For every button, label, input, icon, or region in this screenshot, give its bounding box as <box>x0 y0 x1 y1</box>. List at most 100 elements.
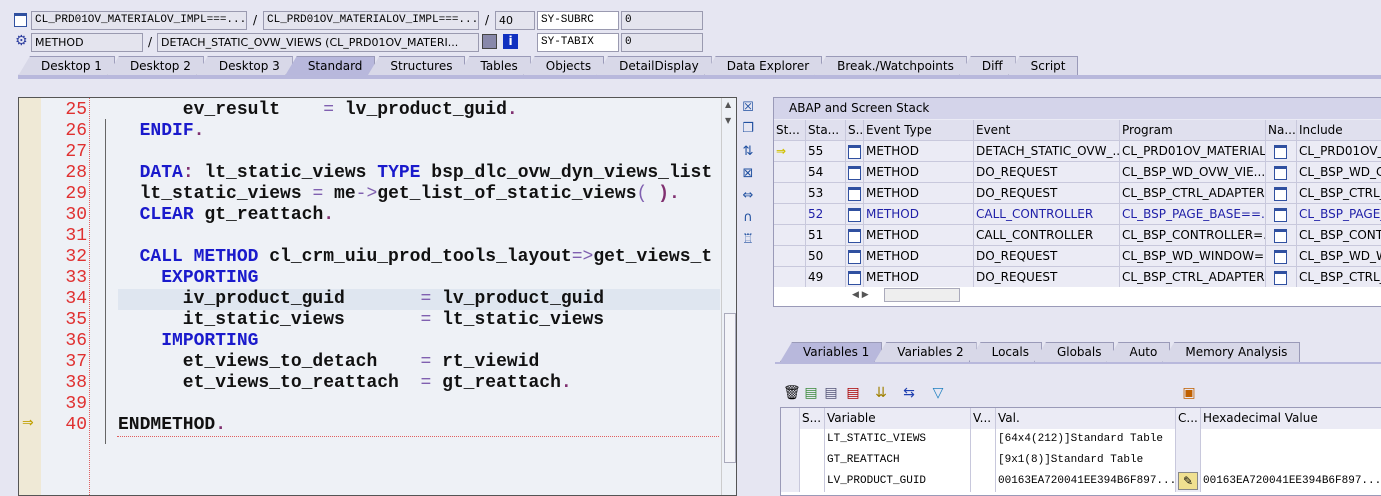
stack-row[interactable]: 53 METHOD DO_REQUEST CL_BSP_CTRL_ADAPTER...… <box>774 183 1381 204</box>
variable-row[interactable]: LT_STATIC_VIEWS [64x4(212)]Standard Table <box>781 429 1381 450</box>
tab-desktop-3[interactable]: Desktop 3 <box>195 56 293 76</box>
tab-diff[interactable]: Diff <box>958 56 1016 76</box>
variable-name[interactable]: GT_REATTACH <box>825 450 971 471</box>
code-line[interactable]: ENDIF. <box>118 121 205 142</box>
new-window-icon[interactable]: ❐ <box>740 121 756 137</box>
sy-tabix-label[interactable]: SY-TABIX <box>537 33 619 52</box>
event-type: METHOD <box>864 204 974 225</box>
sort-icon[interactable]: ⇊ <box>873 385 889 401</box>
remove-row-icon[interactable]: ▤ <box>845 385 861 401</box>
program: CL_BSP_CTRL_ADAPTER... <box>1120 267 1266 288</box>
save-icon[interactable]: ▣ <box>1181 385 1197 401</box>
line-field[interactable]: 40 <box>495 11 535 30</box>
event-type-field[interactable]: METHOD <box>31 33 143 52</box>
close-icon[interactable]: ☒ <box>740 100 756 116</box>
include-field[interactable]: CL_PRD01OV_MATERIALOV_IMPL===... <box>263 11 479 30</box>
edit-pencil-icon[interactable]: ✎ <box>1176 471 1201 492</box>
tools-icon[interactable]: ♖ <box>740 232 756 248</box>
insert-row-icon[interactable]: ▤ <box>803 385 819 401</box>
code-line[interactable]: IMPORTING <box>118 331 258 352</box>
tab-tables[interactable]: Tables <box>457 56 531 76</box>
maximize-icon[interactable]: ⊠ <box>740 166 756 182</box>
tab-structures[interactable]: Structures <box>367 56 466 76</box>
stack-header: St... Sta... S.. Event Type Event Program Na..… <box>774 120 1381 141</box>
variable-name[interactable]: LT_STATIC_VIEWS <box>825 429 971 450</box>
code-token: . <box>668 184 680 204</box>
append-row-icon[interactable]: ▤ <box>823 385 839 401</box>
code-line[interactable]: CALL METHOD cl_crm_uiu_prod_tools_layout… <box>118 247 713 268</box>
tab-locals[interactable]: Locals <box>968 342 1042 362</box>
stack-horizontal-scrollbar[interactable]: ◀ ▶ <box>774 287 1381 306</box>
tab-memory-analysis[interactable]: Memory Analysis <box>1162 342 1301 362</box>
sy-tabix-value[interactable]: 0 <box>621 33 703 52</box>
tab-objects[interactable]: Objects <box>522 56 605 76</box>
program-field[interactable]: CL_PRD01OV_MATERIALOV_IMPL===... <box>31 11 247 30</box>
code-token: me <box>323 184 356 204</box>
sy-subrc-label[interactable]: SY-SUBRC <box>537 11 619 30</box>
tab-desktop-2[interactable]: Desktop 2 <box>106 56 204 76</box>
include: CL_BSP_CTRL_ <box>1297 267 1381 288</box>
variable-name[interactable]: LV_PRODUCT_GUID <box>825 471 971 492</box>
code-line[interactable]: ev_result = lv_product_guid. <box>118 100 518 121</box>
row-selector[interactable] <box>781 450 800 471</box>
column-header: Hexadecimal Value <box>1201 408 1381 429</box>
tab-script[interactable]: Script <box>1007 56 1079 76</box>
edit-pencil-icon[interactable] <box>1176 450 1201 471</box>
code-token: lv_product_guid <box>431 289 605 309</box>
tab-data-explorer[interactable]: Data Explorer <box>703 56 823 76</box>
navigate-icon <box>1266 225 1297 246</box>
current-arrow-icon <box>774 204 806 225</box>
code-line[interactable]: lt_static_views = me->get_list_of_static… <box>118 184 680 205</box>
stack-row[interactable]: 54 METHOD DO_REQUEST CL_BSP_WD_OVW_VIE... CL… <box>774 162 1381 183</box>
code-line[interactable]: CLEAR gt_reattach. <box>118 205 334 226</box>
layout-icon[interactable]: ∩ <box>740 210 756 226</box>
variable-value[interactable]: [9x1(8)]Standard Table <box>996 450 1176 471</box>
full-width-icon[interactable]: ⇔ <box>740 188 756 204</box>
delete-icon[interactable]: 🗑 <box>783 385 801 401</box>
variable-value[interactable]: 00163EA720041EE394B6F897... <box>996 471 1176 492</box>
variable-value[interactable]: [64x4(212)]Standard Table <box>996 429 1176 450</box>
transfer-icon[interactable]: ⇆ <box>901 385 917 401</box>
swap-icon[interactable]: ⇅ <box>740 144 756 160</box>
stack-row[interactable]: ⇒ 55 METHOD DETACH_STATIC_OVW_... CL_PRD01OV… <box>774 141 1381 162</box>
tab-standard[interactable]: Standard <box>284 56 376 76</box>
tab-desktop-1[interactable]: Desktop 1 <box>18 56 115 76</box>
tab-globals[interactable]: Globals <box>1033 342 1115 362</box>
tab-auto[interactable]: Auto <box>1106 342 1171 362</box>
navigate-icon[interactable] <box>482 34 497 49</box>
code-line[interactable]: et_views_to_reattach = gt_reattach. <box>118 373 572 394</box>
stack-row[interactable]: 50 METHOD DO_REQUEST CL_BSP_WD_WINDOW=... CL… <box>774 246 1381 267</box>
variable-row[interactable]: GT_REATTACH [9x1(8)]Standard Table <box>781 450 1381 471</box>
code-line[interactable]: iv_product_guid = lv_product_guid <box>118 289 604 310</box>
filter-icon[interactable]: ▽ <box>930 385 946 401</box>
variable-row[interactable]: LV_PRODUCT_GUID 00163EA720041EE394B6F897.… <box>781 471 1381 492</box>
stack-row[interactable]: 51 METHOD CALL_CONTROLLER CL_BSP_CONTROLLER… <box>774 225 1381 246</box>
breakpoint-gutter[interactable] <box>19 98 41 495</box>
code-line[interactable]: et_views_to_detach = rt_viewid <box>118 352 540 373</box>
stack-row[interactable]: 49 METHOD DO_REQUEST CL_BSP_CTRL_ADAPTER...… <box>774 267 1381 288</box>
tab-break-watchpoints[interactable]: Break./Watchpoints <box>814 56 967 76</box>
code-line[interactable]: EXPORTING <box>118 268 258 289</box>
editor-scrollbar[interactable]: ▲ ▼ <box>721 98 736 495</box>
method-icon <box>846 267 864 288</box>
code-token: => <box>571 247 594 267</box>
edit-pencil-icon[interactable] <box>1176 429 1201 450</box>
program: CL_BSP_CONTROLLER=... <box>1120 225 1266 246</box>
tab-variables-2[interactable]: Variables 2 <box>874 342 977 362</box>
code-line[interactable]: it_static_views = lt_static_views <box>118 310 604 331</box>
tab-variables-1[interactable]: Variables 1 <box>780 342 883 362</box>
stack-row[interactable]: 52 METHOD CALL_CONTROLLER CL_BSP_PAGE_BASE=… <box>774 204 1381 225</box>
code-line[interactable]: ENDMETHOD. <box>118 415 226 436</box>
code-line[interactable]: DATA: lt_static_views TYPE bsp_dlc_ovw_d… <box>118 163 713 184</box>
source-code-editor[interactable]: 25 ev_result = lv_product_guid. 26 ENDIF.… <box>18 97 737 496</box>
column-header: S.. <box>846 120 864 141</box>
code-token: lt_static_views <box>431 310 605 330</box>
tab-detaildisplay[interactable]: DetailDisplay <box>596 56 712 76</box>
v-col <box>971 429 996 450</box>
info-icon[interactable]: i <box>503 34 518 49</box>
row-selector[interactable] <box>781 429 800 450</box>
event-field[interactable]: DETACH_STATIC_OVW_VIEWS (CL_PRD01OV_MATE… <box>157 33 479 52</box>
row-selector[interactable] <box>781 471 800 492</box>
program: CL_BSP_CTRL_ADAPTER... <box>1120 183 1266 204</box>
sy-subrc-value[interactable]: 0 <box>621 11 703 30</box>
